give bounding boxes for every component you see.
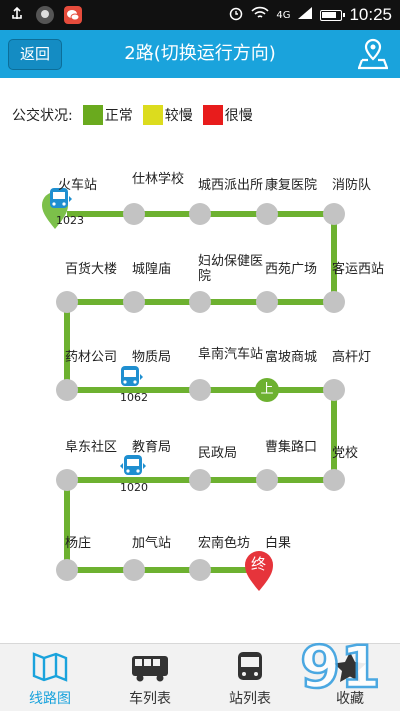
battery-icon bbox=[320, 9, 346, 21]
station-name[interactable]: 百货大楼 bbox=[65, 262, 117, 277]
station-name[interactable]: 城隍庙 bbox=[132, 262, 171, 277]
station-name[interactable]: 物质局 bbox=[132, 350, 171, 365]
bus-number: 1062 bbox=[120, 391, 148, 404]
station-node[interactable] bbox=[123, 291, 145, 313]
station-name[interactable]: 杨庄 bbox=[65, 536, 91, 551]
station-node[interactable] bbox=[256, 469, 278, 491]
alarm-icon bbox=[228, 5, 244, 25]
station-node[interactable] bbox=[189, 559, 211, 581]
bus-number: 1020 bbox=[120, 481, 148, 494]
legend-label-very-slow: 很慢 bbox=[224, 108, 253, 124]
station-name[interactable]: 妇幼保健医院 bbox=[198, 254, 270, 284]
station-node[interactable] bbox=[56, 469, 78, 491]
wifi-icon bbox=[251, 6, 269, 24]
map-location-icon[interactable] bbox=[357, 38, 389, 70]
station-list-icon bbox=[238, 652, 262, 680]
status-bar: 4G 10:25 bbox=[0, 0, 400, 30]
route-segment bbox=[64, 302, 70, 390]
network-type-label: 4G bbox=[276, 9, 291, 21]
station-name[interactable]: 阜南汽车站 bbox=[198, 347, 263, 362]
legend-swatch-normal bbox=[82, 105, 103, 125]
signal-icon bbox=[297, 6, 313, 24]
end-marker-label: 终 bbox=[251, 555, 267, 573]
station-node[interactable] bbox=[123, 203, 145, 225]
bus-icon[interactable] bbox=[117, 364, 143, 390]
tab-station-list[interactable]: 站列表 bbox=[200, 644, 300, 711]
station-node[interactable] bbox=[189, 379, 211, 401]
station-node[interactable] bbox=[56, 559, 78, 581]
station-name[interactable]: 民政局 bbox=[198, 446, 237, 461]
station-node[interactable] bbox=[56, 379, 78, 401]
boarding-station-marker[interactable]: 上 bbox=[255, 378, 279, 402]
station-node[interactable] bbox=[323, 379, 345, 401]
legend-title: 公交状况: bbox=[12, 108, 73, 124]
page-title[interactable]: 2路(切换运行方向) bbox=[70, 30, 330, 78]
station-name[interactable]: 火车站 bbox=[58, 178, 97, 193]
station-name[interactable]: 西苑广场 bbox=[265, 262, 317, 277]
bus-list-icon bbox=[132, 656, 168, 682]
station-node[interactable] bbox=[56, 291, 78, 313]
tab-route-map[interactable]: 线路图 bbox=[0, 644, 100, 711]
bus-number: 1023 bbox=[56, 214, 84, 227]
station-name[interactable]: 富坡商城 bbox=[265, 350, 317, 365]
station-name[interactable]: 加气站 bbox=[132, 536, 171, 551]
bus-icon[interactable] bbox=[120, 453, 146, 479]
station-node[interactable] bbox=[323, 291, 345, 313]
app-notification-icon bbox=[36, 6, 54, 24]
tab-label: 车列表 bbox=[129, 691, 171, 707]
station-name[interactable]: 城西派出所 bbox=[198, 178, 263, 193]
station-node[interactable] bbox=[323, 469, 345, 491]
back-button[interactable]: 返回 bbox=[8, 39, 62, 70]
legend-swatch-very-slow bbox=[202, 105, 223, 125]
station-node[interactable] bbox=[189, 469, 211, 491]
station-name[interactable]: 宏南色坊 bbox=[198, 536, 250, 551]
station-node[interactable] bbox=[189, 291, 211, 313]
station-name[interactable]: 客运西站 bbox=[332, 262, 384, 277]
tab-label: 收藏 bbox=[336, 691, 364, 707]
station-node[interactable] bbox=[256, 203, 278, 225]
station-name[interactable]: 康复医院 bbox=[265, 178, 317, 193]
station-name[interactable]: 高杆灯 bbox=[332, 350, 371, 365]
route-segment bbox=[331, 390, 337, 480]
tab-label: 站列表 bbox=[229, 691, 271, 707]
legend-swatch-slow bbox=[142, 105, 163, 125]
station-node[interactable] bbox=[323, 203, 345, 225]
station-node[interactable] bbox=[256, 291, 278, 313]
station-name[interactable]: 教育局 bbox=[132, 440, 171, 455]
traffic-legend: 公交状况: 正常 较慢 很慢 bbox=[12, 105, 253, 125]
station-name[interactable]: 阜东社区 bbox=[65, 440, 117, 455]
status-time: 10:25 bbox=[349, 5, 392, 24]
route-map: 上 终 1023 1062 1020 火车站 仕林学校 城西派出所 康复医院 消… bbox=[0, 140, 400, 640]
favorite-star-icon bbox=[334, 652, 366, 682]
wechat-notification-icon bbox=[64, 6, 82, 24]
route-segment bbox=[64, 480, 70, 570]
legend-label-normal: 正常 bbox=[104, 108, 133, 124]
route-segment bbox=[331, 214, 337, 302]
app-header: 返回 2路(切换运行方向) bbox=[0, 30, 400, 78]
bottom-nav: 线路图 车列表 站列表 收藏 bbox=[0, 643, 400, 711]
station-node[interactable] bbox=[189, 203, 211, 225]
station-name[interactable]: 仕林学校 bbox=[132, 172, 184, 187]
tab-bus-list[interactable]: 车列表 bbox=[100, 644, 200, 711]
station-name[interactable]: 曹集路口 bbox=[265, 440, 317, 455]
station-name[interactable]: 白果 bbox=[265, 536, 291, 551]
tab-favorites[interactable]: 收藏 bbox=[300, 644, 400, 711]
station-name[interactable]: 药材公司 bbox=[65, 350, 117, 365]
usb-notification-icon bbox=[8, 6, 26, 24]
route-segment bbox=[67, 567, 257, 573]
station-name[interactable]: 消防队 bbox=[332, 178, 371, 193]
route-map-icon bbox=[32, 652, 68, 682]
legend-label-slow: 较慢 bbox=[164, 108, 193, 124]
station-name[interactable]: 党校 bbox=[332, 446, 358, 461]
tab-label: 线路图 bbox=[29, 691, 71, 707]
station-node[interactable] bbox=[123, 559, 145, 581]
